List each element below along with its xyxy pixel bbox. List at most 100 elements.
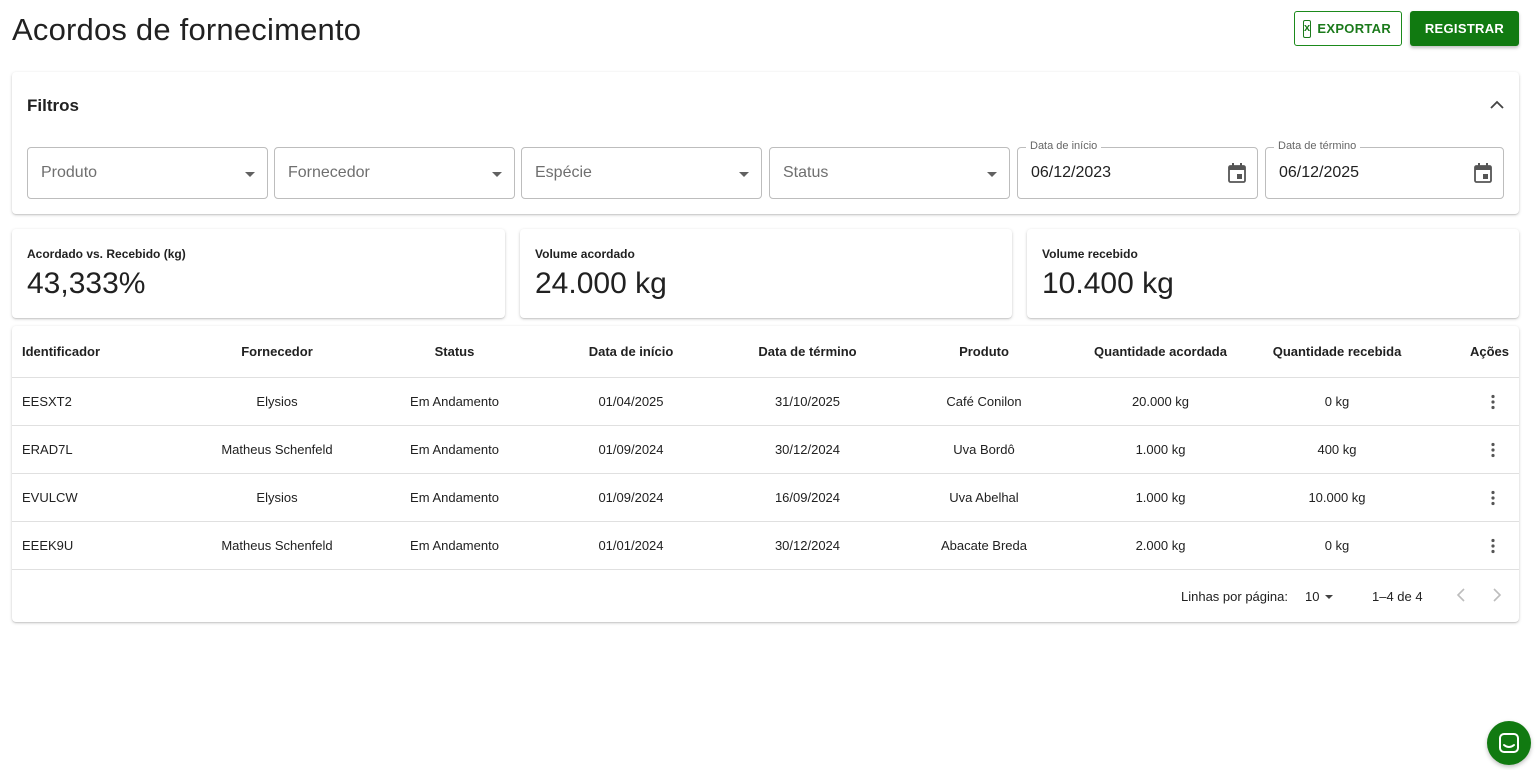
table-row[interactable]: ERAD7L Matheus Schenfeld Em Andamento 01… (12, 426, 1519, 474)
species-select-placeholder: Espécie (535, 164, 592, 181)
cell-identifier: EESXT2 (22, 394, 72, 409)
rows-per-page-label: Linhas por página: (1181, 589, 1288, 604)
cell-status: Em Andamento (410, 442, 499, 457)
dropdown-arrow-icon (987, 172, 997, 177)
cell-identifier: EVULCW (22, 490, 78, 505)
cell-product: Café Conilon (946, 394, 1022, 409)
dropdown-arrow-icon (492, 172, 502, 177)
column-header[interactable]: Quantidade recebida (1243, 326, 1431, 377)
status-select-placeholder: Status (783, 164, 829, 181)
excel-icon: x (1302, 19, 1312, 38)
dropdown-arrow-icon[interactable] (1325, 595, 1333, 599)
chevron-left-icon[interactable] (1454, 587, 1468, 603)
cell-identifier: ERAD7L (22, 442, 73, 457)
agreements-table: Identificador Fornecedor Status Data de … (12, 326, 1519, 622)
cell-end-date: 30/12/2024 (774, 442, 841, 457)
cell-status: Em Andamento (410, 490, 499, 505)
column-header[interactable]: Produto (890, 326, 1078, 377)
cell-start-date: 01/01/2024 (598, 538, 664, 553)
cell-product: Abacate Breda (940, 538, 1027, 553)
stat-card-received-volume: Volume recebido 10.400 kg (1027, 229, 1519, 318)
page-title: Acordos de fornecimento (12, 12, 362, 47)
table-row[interactable]: EVULCW Elysios Em Andamento 01/09/2024 1… (12, 474, 1519, 522)
cell-actions (1431, 474, 1509, 521)
more-vert-icon[interactable] (1483, 440, 1503, 460)
more-vert-icon[interactable] (1483, 392, 1503, 412)
cell-actions (1431, 378, 1509, 425)
cell-agreed-qty: 20.000 kg (1131, 394, 1190, 409)
product-select[interactable]: Produto (27, 147, 268, 199)
top-actions: x EXPORTAR REGISTRAR (1294, 11, 1519, 46)
dropdown-arrow-icon (245, 172, 255, 177)
export-button-label: EXPORTAR (1317, 21, 1392, 36)
column-header[interactable]: Fornecedor (182, 326, 372, 377)
cell-product: Uva Bordô (953, 442, 1015, 457)
start-date-field[interactable]: Data de início 06/12/2023 (1017, 140, 1258, 199)
table-row[interactable]: EEEK9U Matheus Schenfeld Em Andamento 01… (12, 522, 1519, 570)
cell-product: Uva Abelhal (949, 490, 1019, 505)
end-date-value: 06/12/2025 (1279, 164, 1360, 181)
cell-end-date: 31/10/2025 (774, 394, 841, 409)
table-header-row: Identificador Fornecedor Status Data de … (12, 326, 1519, 378)
cell-supplier: Elysios (256, 394, 298, 409)
cell-actions (1431, 522, 1509, 569)
chat-button[interactable] (1487, 721, 1531, 765)
cell-supplier: Elysios (256, 490, 298, 505)
stat-label: Volume acordado (535, 247, 635, 261)
stat-value: 10.400 kg (1042, 267, 1174, 300)
cell-identifier: EEEK9U (22, 538, 74, 553)
filters-panel: Filtros Produto Fornecedor Espécie Statu… (12, 72, 1519, 214)
cell-received-qty: 10.000 kg (1308, 490, 1366, 505)
calendar-icon[interactable] (1473, 162, 1493, 184)
table-pagination: Linhas por página: 10 1–4 de 4 (12, 572, 1519, 622)
cell-start-date: 01/09/2024 (598, 442, 664, 457)
species-select[interactable]: Espécie (521, 147, 762, 199)
dropdown-arrow-icon (739, 172, 749, 177)
rows-per-page-select[interactable]: 10 (1305, 589, 1319, 604)
stat-label: Volume recebido (1042, 247, 1138, 261)
cell-supplier: Matheus Schenfeld (221, 442, 333, 457)
chat-icon (1499, 733, 1519, 753)
start-date-label: Data de início (1026, 140, 1102, 152)
end-date-field[interactable]: Data de término 06/12/2025 (1265, 140, 1504, 199)
column-header[interactable]: Data de término (725, 326, 890, 377)
supplier-select-placeholder: Fornecedor (288, 164, 370, 181)
cell-agreed-qty: 1.000 kg (1135, 442, 1186, 457)
stat-card-ratio: Acordado vs. Recebido (kg) 43,333% (12, 229, 505, 318)
cell-status: Em Andamento (410, 538, 499, 553)
more-vert-icon[interactable] (1483, 488, 1503, 508)
cell-agreed-qty: 2.000 kg (1135, 538, 1186, 553)
cell-status: Em Andamento (410, 394, 499, 409)
cell-start-date: 01/09/2024 (598, 490, 664, 505)
chevron-up-icon[interactable] (1489, 97, 1505, 113)
stat-label: Acordado vs. Recebido (kg) (27, 247, 186, 261)
column-header[interactable]: Data de início (537, 326, 725, 377)
column-header[interactable]: Identificador (22, 326, 182, 377)
cell-received-qty: 0 kg (1324, 538, 1350, 553)
chevron-right-icon[interactable] (1490, 587, 1504, 603)
export-button[interactable]: x EXPORTAR (1294, 11, 1402, 46)
product-select-placeholder: Produto (41, 164, 98, 181)
supplier-select[interactable]: Fornecedor (274, 147, 515, 199)
status-select[interactable]: Status (769, 147, 1010, 199)
cell-end-date: 16/09/2024 (774, 490, 841, 505)
cell-received-qty: 0 kg (1324, 394, 1350, 409)
stat-card-agreed-volume: Volume acordado 24.000 kg (520, 229, 1012, 318)
cell-start-date: 01/04/2025 (598, 394, 664, 409)
pagination-range: 1–4 de 4 (1372, 589, 1423, 604)
cell-agreed-qty: 1.000 kg (1135, 490, 1186, 505)
cell-supplier: Matheus Schenfeld (221, 538, 333, 553)
cell-actions (1431, 426, 1509, 473)
cell-end-date: 30/12/2024 (774, 538, 841, 553)
register-button[interactable]: REGISTRAR (1410, 11, 1519, 46)
filters-title: Filtros (27, 96, 79, 115)
more-vert-icon[interactable] (1483, 536, 1503, 556)
column-header: Ações (1469, 344, 1509, 359)
stat-value: 43,333% (27, 267, 146, 300)
cell-received-qty: 400 kg (1317, 442, 1357, 457)
calendar-icon[interactable] (1227, 162, 1247, 184)
table-row[interactable]: EESXT2 Elysios Em Andamento 01/04/2025 3… (12, 378, 1519, 426)
column-header[interactable]: Status (372, 326, 537, 377)
start-date-value: 06/12/2023 (1031, 164, 1112, 181)
column-header[interactable]: Quantidade acordada (1078, 326, 1243, 377)
